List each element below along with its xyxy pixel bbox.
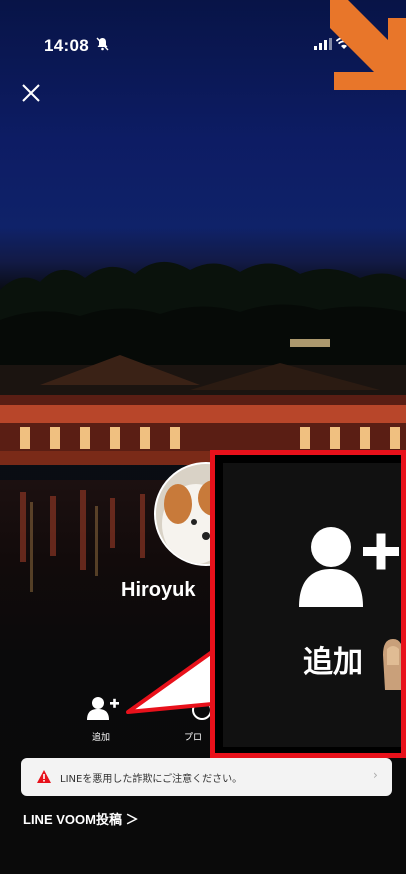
profile-name: Hiroyuk (121, 579, 196, 601)
warning-icon (37, 770, 51, 783)
profile-screen: 14:08 Hiroyuk 追加 プロ 追加 LINEを悪用した詐欺にご注意くだ… (0, 0, 406, 874)
add-friend-button[interactable]: 追加 (76, 688, 126, 748)
finger-icon (383, 639, 401, 690)
add-friend-label: 追加 (91, 733, 110, 743)
zoom-add-label: 追加 (303, 645, 363, 680)
profile-button-label: プロ (184, 733, 203, 743)
bell-icon (96, 37, 109, 51)
add-friend-zoom-icon (299, 527, 399, 607)
warning-text: LINEを悪用した詐欺にご注意ください。 (60, 774, 243, 785)
chevron-right-icon: ＞ (125, 812, 139, 827)
close-icon[interactable] (18, 80, 44, 106)
add-friend-icon (87, 697, 119, 720)
line-voom-posts-label: LINE VOOM投稿 (23, 812, 122, 827)
chevron-right-icon: › (373, 768, 378, 782)
line-voom-posts-link[interactable]: LINE VOOM投稿 ＞ (23, 809, 139, 828)
annotation-arrow (330, 0, 406, 90)
fraud-warning-banner[interactable]: LINEを悪用した詐欺にご注意ください。 › (21, 758, 392, 796)
zoom-callout: 追加 (210, 450, 406, 758)
status-time: 14:08 (44, 36, 89, 55)
